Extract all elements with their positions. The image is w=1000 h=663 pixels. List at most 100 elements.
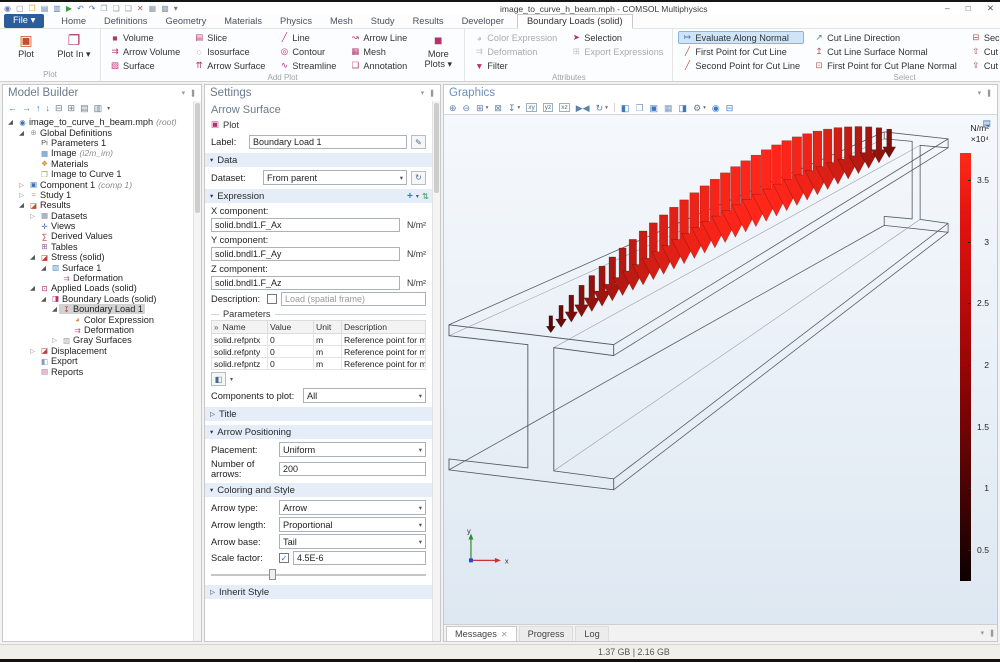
ribbon-button-arrow-volume[interactable]: ⇉ Arrow Volume [106, 45, 184, 58]
ribbon-button-cut-plane-normal[interactable]: ⇧Cut Plane Normal [967, 45, 1000, 58]
number-of-arrows-input[interactable] [279, 462, 426, 476]
print-icon[interactable]: ⊟ [726, 103, 734, 113]
tree-expander[interactable]: ◢ [39, 264, 48, 272]
ribbon-button-volume[interactable]: ■ Volume [106, 31, 184, 44]
chevron-down-icon[interactable]: ▾ [230, 376, 233, 383]
tree-item-component-1[interactable]: ▷ ▣ Component 1 (comp 1) [3, 179, 201, 190]
tree-item-views[interactable]: ✛ Views [3, 221, 201, 231]
scale-factor-slider[interactable] [211, 568, 426, 581]
zoom-out-icon[interactable]: ⊖ [463, 103, 471, 113]
tree-item-reports[interactable]: ▤ Reports [3, 366, 201, 377]
tree-item-results[interactable]: ◢ ◪ Results [3, 200, 201, 210]
tree-expander[interactable]: ▷ [28, 347, 37, 355]
ribbon-button-streamline[interactable]: ∿ Streamline [275, 59, 340, 72]
panel-dock-icon[interactable]: ❚ [429, 89, 435, 97]
duplicate-icon[interactable]: ❑ [125, 4, 132, 13]
orthographic-projection-icon[interactable]: ▶◀ [576, 103, 590, 113]
tree-item-datasets[interactable]: ▷ ▦ Datasets [3, 211, 201, 221]
tree-item-color-expression[interactable]: ◕ Color Expression [3, 314, 201, 325]
tree-expander[interactable]: ◢ [39, 295, 48, 303]
rename-button[interactable]: ✎ [411, 135, 426, 149]
minimize-button[interactable]: – [945, 3, 950, 14]
back-icon[interactable]: ← [8, 103, 17, 113]
move-up-icon[interactable]: ↑ [36, 103, 41, 113]
tree-item-gray-surfaces[interactable]: ▷ ▨ Gray Surfaces [3, 335, 201, 345]
maximize-button[interactable]: □ [966, 3, 971, 14]
menu-tab-home[interactable]: Home [52, 16, 95, 26]
toolbar-dropdown[interactable]: ▾ [107, 105, 110, 112]
tree-item-boundary-load-1[interactable]: ◢ ↧ Boundary Load 1 [3, 304, 201, 315]
transparency-icon[interactable]: ❐ [635, 103, 643, 113]
table-tools-button[interactable]: ◧ [211, 372, 226, 386]
ribbon-button-mesh[interactable]: ▦ Mesh [346, 45, 411, 58]
menu-tab-results[interactable]: Results [404, 16, 453, 26]
collapse-all-icon[interactable]: ⊟ [55, 103, 63, 114]
plot-window-icon[interactable]: ▣ [650, 103, 659, 113]
qat-dropdown-icon[interactable]: ▾ [174, 4, 178, 13]
ribbon-button-first-point-for-cut-line[interactable]: ╱ First Point for Cut Line [678, 45, 804, 58]
section-header-inherit-style[interactable]: ▷ Inherit Style [205, 585, 440, 599]
ribbon-button-slice[interactable]: ▤ Slice [190, 31, 269, 44]
tree-expander[interactable]: ▷ [17, 181, 26, 189]
matrix-tool-icon[interactable]: ▩ [161, 4, 169, 13]
forward-icon[interactable]: → [22, 103, 31, 113]
tree-item-boundary-loads-solid[interactable]: ◢ ◨ Boundary Loads (solid) [3, 294, 201, 304]
tree-item-materials[interactable]: ❖ Materials [3, 159, 201, 169]
ribbon-button-evaluate-along-normal[interactable]: ↦ Evaluate Along Normal [678, 31, 805, 44]
ribbon-button-cut-line-surface-normal[interactable]: ↥ Cut Line Surface Normal [810, 45, 961, 58]
description-checkbox[interactable] [267, 294, 277, 304]
parameters-table[interactable]: » Name Value Unit Description solid.refpntx… [211, 320, 426, 370]
view-xy-icon[interactable]: xy [526, 103, 537, 112]
tree-expander[interactable]: ◢ [28, 284, 37, 292]
redo-icon[interactable]: ↷ [89, 4, 96, 13]
parameter-row[interactable]: solid.refpnty0mReference point for momen… [211, 345, 426, 358]
description-input[interactable] [281, 292, 426, 306]
ribbon-button-plot-in[interactable]: ❐ Plot In ▾ [53, 31, 95, 69]
close-button[interactable]: ✕ [987, 3, 994, 14]
settings-scrollbar[interactable] [432, 101, 440, 641]
view-yz-icon[interactable]: yz [542, 103, 554, 112]
tree-expander[interactable]: ◢ [50, 305, 59, 313]
ribbon-button-selection[interactable]: ➤ Selection [567, 31, 667, 44]
table-tool-icon[interactable]: ▦ [149, 4, 157, 13]
tree-expander[interactable]: ◢ [28, 253, 37, 261]
plot-button[interactable]: ▣ Plot [211, 118, 426, 133]
y-component-input[interactable] [211, 247, 400, 261]
ribbon-button-line[interactable]: ╱ Line [275, 31, 340, 44]
ribbon-button-more-plots[interactable]: ■ More Plots ▾ [417, 31, 459, 72]
tree-item-global-definitions[interactable]: ◢ ⊕ Global Definitions [3, 127, 201, 138]
tree-item-deformation[interactable]: ⇉ Deformation [3, 273, 201, 283]
components-to-plot-select[interactable]: All ▾ [303, 388, 426, 403]
view-xz-icon[interactable]: xz [559, 103, 570, 112]
ribbon-button-second-point-for-cut-plane-normal[interactable]: ⊟Second Point for Cut Plane Normal [967, 31, 1000, 44]
tree-item-surface-1[interactable]: ◢ ▧ Surface 1 [3, 262, 201, 273]
tree-expander[interactable]: ◢ [6, 118, 15, 126]
go-to-source-button[interactable]: ↻ [411, 170, 426, 185]
tab-log[interactable]: Log [575, 626, 609, 641]
ribbon-button-arrow-surface[interactable]: ⇈ Arrow Surface [190, 59, 269, 72]
ribbon-button-first-point-for-cut-plane-normal[interactable]: ⊡ First Point for Cut Plane Normal [810, 59, 961, 72]
ribbon-button-cut-line-direction[interactable]: ↗ Cut Line Direction [810, 31, 961, 44]
menu-tab-materials[interactable]: Materials [215, 16, 271, 26]
zoom-box-icon[interactable]: ⊞ [476, 103, 484, 113]
expand-all-icon[interactable]: ⊞ [68, 103, 76, 114]
model-builder-scrollbar[interactable] [193, 101, 201, 641]
ribbon-button-annotation[interactable]: ❑ Annotation [346, 59, 411, 72]
paste-icon[interactable]: ❏ [113, 4, 120, 13]
rotate-view-icon[interactable]: ↻ [596, 103, 604, 113]
go-to-default-view-icon[interactable]: ↧ [508, 103, 516, 113]
ribbon-button-filter[interactable]: ▼ Filter [470, 59, 561, 72]
tree-item-image-to-curve-h-beam-mph[interactable]: ◢ ◉ image_to_curve_h_beam.mph (root) [3, 117, 201, 127]
tree-item-study-1[interactable]: ▷ ≈ Study 1 [3, 190, 201, 200]
tree-expander[interactable]: ◢ [17, 129, 26, 137]
parameter-row[interactable]: solid.refpntz0mReference point for momen… [211, 357, 426, 370]
tab-messages[interactable]: Messages ✕ [446, 626, 517, 641]
show-options-icon[interactable]: ▥ [94, 103, 103, 114]
save-as-icon[interactable]: ▥ [53, 4, 61, 13]
image-grid-icon[interactable]: ▦ [664, 103, 673, 113]
move-down-icon[interactable]: ↓ [46, 103, 51, 113]
arrow-base-select[interactable]: Tail ▾ [279, 534, 426, 549]
model-tree-settings-icon[interactable]: ▤ [80, 103, 89, 114]
file-menu-button[interactable]: File ▾ [4, 14, 45, 28]
view-settings-gear-icon[interactable]: ⚙ [693, 103, 701, 113]
